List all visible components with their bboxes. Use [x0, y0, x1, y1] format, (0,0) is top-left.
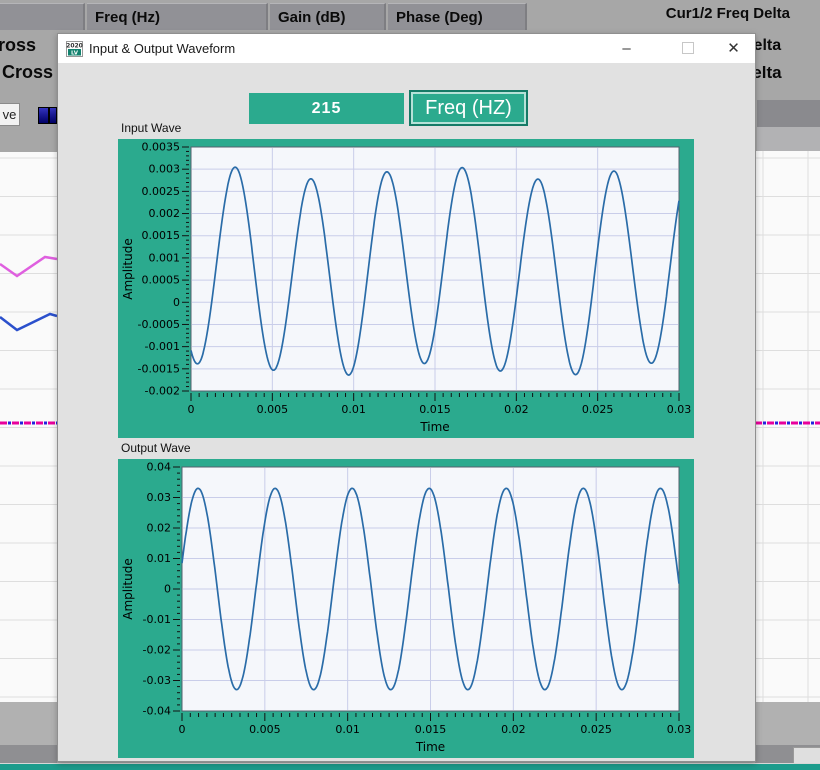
frequency-unit-label: Freq (HZ) — [409, 90, 528, 126]
bg-label-cross-2: Cross — [2, 62, 53, 83]
bg-band-right-dark — [757, 100, 820, 127]
frequency-value-indicator: 215 — [249, 93, 404, 124]
waveform-dialog: 2020 LV Input & Output Waveform – ✕ 215 … — [57, 33, 756, 762]
screen: Freq (Hz) Gain (dB) Phase (Deg) Cur1/2 F… — [0, 0, 820, 770]
svg-text:-0.002: -0.002 — [145, 385, 180, 398]
svg-text:-0.04: -0.04 — [143, 705, 171, 718]
svg-text:0.003: 0.003 — [149, 163, 181, 176]
svg-text:0.01: 0.01 — [147, 552, 172, 565]
bg-header-cell-gain: Gain (dB) — [270, 3, 386, 30]
svg-text:-0.001: -0.001 — [145, 340, 180, 353]
svg-text:Time: Time — [419, 420, 449, 434]
dialog-title: Input & Output Waveform — [89, 41, 235, 56]
dialog-titlebar[interactable]: 2020 LV Input & Output Waveform — [58, 34, 755, 63]
input-wave-title: Input Wave — [121, 121, 181, 135]
bg-band-bottom-right-light — [755, 702, 820, 745]
output-wave-title: Output Wave — [121, 441, 191, 455]
output-wave-graph: -0.04 -0.03 -0.02 -0.01 0 0.01 0.02 0.03 0.04 0 0.… — [118, 459, 694, 758]
svg-text:Time: Time — [415, 740, 445, 754]
svg-text:0: 0 — [164, 583, 171, 596]
svg-text:0.01: 0.01 — [341, 403, 366, 416]
minimize-button[interactable]: – — [604, 34, 649, 63]
svg-text:0.025: 0.025 — [582, 403, 614, 416]
svg-text:0.001: 0.001 — [149, 251, 181, 264]
svg-text:0.002: 0.002 — [149, 207, 181, 220]
bg-header-cell-freq: Freq (Hz) — [87, 3, 268, 30]
bg-partial-button[interactable]: ve — [0, 103, 20, 126]
bg-label-cross-1: Cross — [0, 35, 36, 56]
svg-text:0.02: 0.02 — [501, 723, 526, 736]
bg-label-cur12-freq-delta: Cur1/2 Freq Delta — [655, 5, 790, 22]
bg-legend-color-swatch — [38, 107, 57, 124]
svg-text:0.01: 0.01 — [335, 723, 360, 736]
svg-text:0.005: 0.005 — [257, 403, 289, 416]
svg-text:LV: LV — [71, 50, 79, 56]
bg-band-right-light — [757, 127, 820, 151]
svg-text:0: 0 — [179, 723, 186, 736]
svg-text:0.015: 0.015 — [419, 403, 451, 416]
svg-text:0.03: 0.03 — [147, 491, 172, 504]
bg-header-cell-empty — [0, 3, 85, 30]
svg-text:0: 0 — [173, 296, 180, 309]
svg-text:0.04: 0.04 — [147, 461, 172, 474]
svg-text:0: 0 — [188, 403, 195, 416]
input-wave-graph: -0.002 -0.0015 -0.001 -0.0005 0 0.0005 0.001 0.… — [118, 139, 694, 438]
svg-text:0.005: 0.005 — [249, 723, 280, 736]
bg-header-cell-phase: Phase (Deg) — [388, 3, 527, 30]
svg-text:-0.02: -0.02 — [143, 644, 171, 657]
maximize-button[interactable] — [665, 34, 710, 63]
svg-text:0.0025: 0.0025 — [142, 185, 181, 198]
labview-app-icon: 2020 LV — [66, 41, 83, 57]
svg-text:-0.0005: -0.0005 — [138, 318, 180, 331]
svg-text:0.025: 0.025 — [580, 723, 612, 736]
svg-text:0.03: 0.03 — [667, 403, 692, 416]
maximize-icon — [682, 42, 694, 54]
svg-text:-0.0015: -0.0015 — [138, 362, 180, 375]
close-button[interactable]: ✕ — [711, 34, 756, 63]
svg-text:Amplitude: Amplitude — [121, 238, 135, 300]
svg-text:Amplitude: Amplitude — [121, 558, 135, 620]
svg-text:0.03: 0.03 — [667, 723, 692, 736]
svg-text:-0.01: -0.01 — [143, 613, 171, 626]
svg-text:0.0015: 0.0015 — [142, 229, 181, 242]
bg-band-bottom-left-dark — [0, 745, 57, 765]
svg-text:0.02: 0.02 — [504, 403, 529, 416]
svg-text:0.02: 0.02 — [147, 522, 172, 535]
svg-text:2020: 2020 — [66, 42, 83, 49]
bg-band-bottom-left-light — [0, 702, 57, 745]
svg-text:0.0005: 0.0005 — [142, 274, 181, 287]
svg-text:0.0035: 0.0035 — [142, 141, 181, 154]
bg-bottom-teal-window-edge — [0, 763, 820, 770]
svg-text:0.015: 0.015 — [415, 723, 447, 736]
svg-text:-0.03: -0.03 — [143, 674, 171, 687]
